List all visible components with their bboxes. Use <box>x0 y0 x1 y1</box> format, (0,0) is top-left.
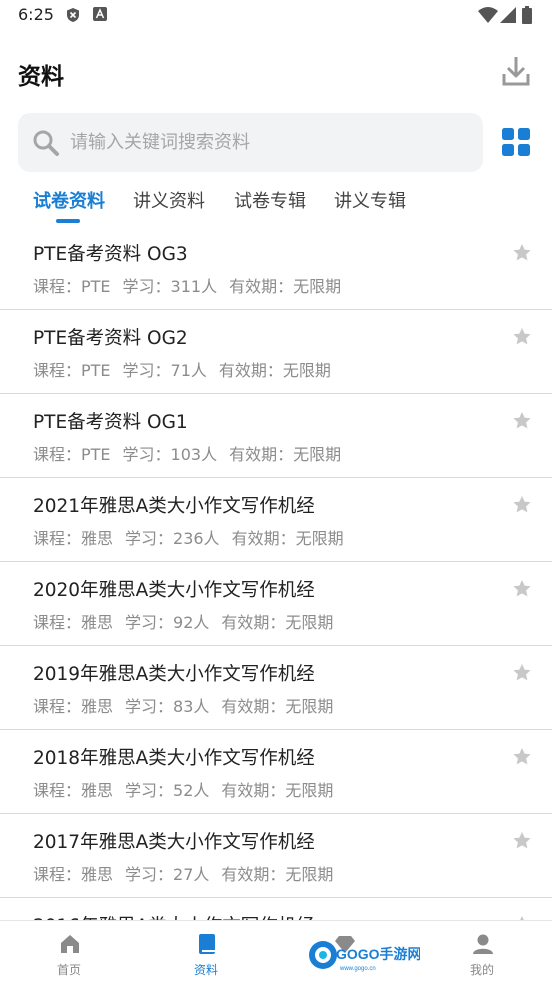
item-meta: 课程：PTE 学习：71人 有效期：无限期 <box>33 357 343 381</box>
item-study-count: 学习：236人 <box>125 529 220 548</box>
tab-exam-materials[interactable]: 试卷资料 <box>33 187 105 213</box>
header: 资料 <box>0 40 552 102</box>
nav-label: 首页 <box>56 963 81 977</box>
wifi-icon <box>478 7 498 23</box>
item-validity: 有效期：无限期 <box>221 697 334 716</box>
item-title: PTE备考资料 OG2 <box>33 328 188 349</box>
grid-icon <box>502 128 530 156</box>
item-study-count: 学习：52人 <box>125 781 210 800</box>
signal-icon <box>500 7 516 23</box>
item-meta: 课程：雅思 学习：27人 有效期：无限期 <box>33 861 345 885</box>
tab-exam-albums[interactable]: 试卷专辑 <box>234 187 306 213</box>
user-icon <box>473 934 493 954</box>
list-item[interactable]: PTE备考资料 OG1 课程：PTE 学习：103人 有效期：无限期 <box>0 394 552 478</box>
font-a-icon <box>93 7 107 21</box>
nav-profile[interactable]: 我的 <box>427 921 537 983</box>
item-study-count: 学习：311人 <box>122 277 218 296</box>
item-study-count: 学习：92人 <box>125 613 210 632</box>
star-icon[interactable] <box>512 579 532 599</box>
list-item[interactable]: PTE备考资料 OG3 课程：PTE 学习：311人 有效期：无限期 <box>0 226 552 310</box>
search-input[interactable] <box>70 113 470 172</box>
star-icon[interactable] <box>512 243 532 263</box>
bottom-nav: 首页 资料 我的 GOGO手游网 www.gogo.cn <box>0 920 552 983</box>
svg-text:GOGO手游网: GOGO手游网 <box>336 946 420 962</box>
item-validity: 有效期：无限期 <box>231 529 344 548</box>
item-validity: 有效期：无限期 <box>229 277 342 296</box>
svg-text:www.gogo.cn: www.gogo.cn <box>339 966 376 972</box>
item-course: 课程：PTE <box>33 445 111 464</box>
item-meta: 课程：PTE 学习：311人 有效期：无限期 <box>33 273 353 297</box>
item-study-count: 学习：27人 <box>125 865 210 884</box>
tab-lecture-materials[interactable]: 讲义资料 <box>133 187 205 213</box>
item-course: 课程：雅思 <box>33 865 114 884</box>
material-list: PTE备考资料 OG3 课程：PTE 学习：311人 有效期：无限期 PTE备考资料… <box>0 226 552 920</box>
shield-x-icon <box>67 8 79 22</box>
search-box[interactable] <box>18 113 483 172</box>
item-validity: 有效期：无限期 <box>221 613 334 632</box>
item-study-count: 学习：83人 <box>125 697 210 716</box>
item-title: 2021年雅思A类大小作文写作机经 <box>33 496 315 517</box>
nav-label: 我的 <box>469 963 494 977</box>
item-title: 2016年雅思A类大小作文写作机经 <box>33 912 315 920</box>
tab-lecture-albums[interactable]: 讲义专辑 <box>334 187 406 213</box>
category-tabs: 试卷资料 讲义资料 试卷专辑 讲义专辑 <box>0 182 552 226</box>
item-meta: 课程：PTE 学习：103人 有效期：无限期 <box>33 441 353 465</box>
star-icon[interactable] <box>512 663 532 683</box>
item-meta: 课程：雅思 学习：83人 有效期：无限期 <box>33 693 345 717</box>
nav-materials[interactable]: 资料 <box>151 921 261 983</box>
star-icon[interactable] <box>512 831 532 851</box>
item-course: 课程：PTE <box>33 277 111 296</box>
search-icon <box>33 130 59 156</box>
item-course: 课程：雅思 <box>33 697 114 716</box>
item-validity: 有效期：无限期 <box>218 361 331 380</box>
item-course: 课程：雅思 <box>33 781 114 800</box>
item-study-count: 学习：103人 <box>122 445 218 464</box>
list-item[interactable]: 2021年雅思A类大小作文写作机经 课程：雅思 学习：236人 有效期：无限期 <box>0 478 552 562</box>
item-validity: 有效期：无限期 <box>221 865 334 884</box>
item-title: 2020年雅思A类大小作文写作机经 <box>33 580 315 601</box>
list-item[interactable]: 2020年雅思A类大小作文写作机经 课程：雅思 学习：92人 有效期：无限期 <box>0 562 552 646</box>
item-title: 2018年雅思A类大小作文写作机经 <box>33 748 315 769</box>
star-icon[interactable] <box>512 327 532 347</box>
download-button[interactable] <box>500 54 532 88</box>
download-icon <box>502 57 530 86</box>
list-item[interactable]: 2019年雅思A类大小作文写作机经 课程：雅思 学习：83人 有效期：无限期 <box>0 646 552 730</box>
item-title: PTE备考资料 OG1 <box>33 412 188 433</box>
item-title: 2017年雅思A类大小作文写作机经 <box>33 832 315 853</box>
item-study-count: 学习：71人 <box>122 361 207 380</box>
star-icon[interactable] <box>512 495 532 515</box>
status-time: 6:25 <box>18 5 54 24</box>
item-validity: 有效期：无限期 <box>229 445 342 464</box>
battery-icon <box>522 6 532 24</box>
item-course: 课程：PTE <box>33 361 111 380</box>
item-meta: 课程：雅思 学习：92人 有效期：无限期 <box>33 609 345 633</box>
grid-view-button[interactable] <box>502 128 530 156</box>
list-item[interactable]: 2016年雅思A类大小作文写作机经 <box>0 898 552 920</box>
star-icon[interactable] <box>512 411 532 431</box>
nav-home[interactable]: 首页 <box>14 921 124 983</box>
nav-label: 资料 <box>193 963 218 977</box>
item-title: PTE备考资料 OG3 <box>33 244 188 265</box>
star-icon[interactable] <box>512 747 532 767</box>
item-validity: 有效期：无限期 <box>221 781 334 800</box>
item-title: 2019年雅思A类大小作文写作机经 <box>33 664 315 685</box>
book-icon <box>199 934 215 954</box>
list-item[interactable]: 2017年雅思A类大小作文写作机经 课程：雅思 学习：27人 有效期：无限期 <box>0 814 552 898</box>
status-bar: 6:25 <box>0 0 552 30</box>
item-course: 课程：雅思 <box>33 529 114 548</box>
home-icon <box>61 935 79 953</box>
page-title: 资料 <box>18 64 64 90</box>
list-item[interactable]: 2018年雅思A类大小作文写作机经 课程：雅思 学习：52人 有效期：无限期 <box>0 730 552 814</box>
item-course: 课程：雅思 <box>33 613 114 632</box>
list-item[interactable]: PTE备考资料 OG2 课程：PTE 学习：71人 有效期：无限期 <box>0 310 552 394</box>
item-meta: 课程：雅思 学习：52人 有效期：无限期 <box>33 777 345 801</box>
gogo-watermark-logo: GOGO手游网 www.gogo.cn <box>309 941 420 972</box>
item-meta: 课程：雅思 学习：236人 有效期：无限期 <box>33 525 356 549</box>
active-tab-indicator <box>56 219 80 223</box>
